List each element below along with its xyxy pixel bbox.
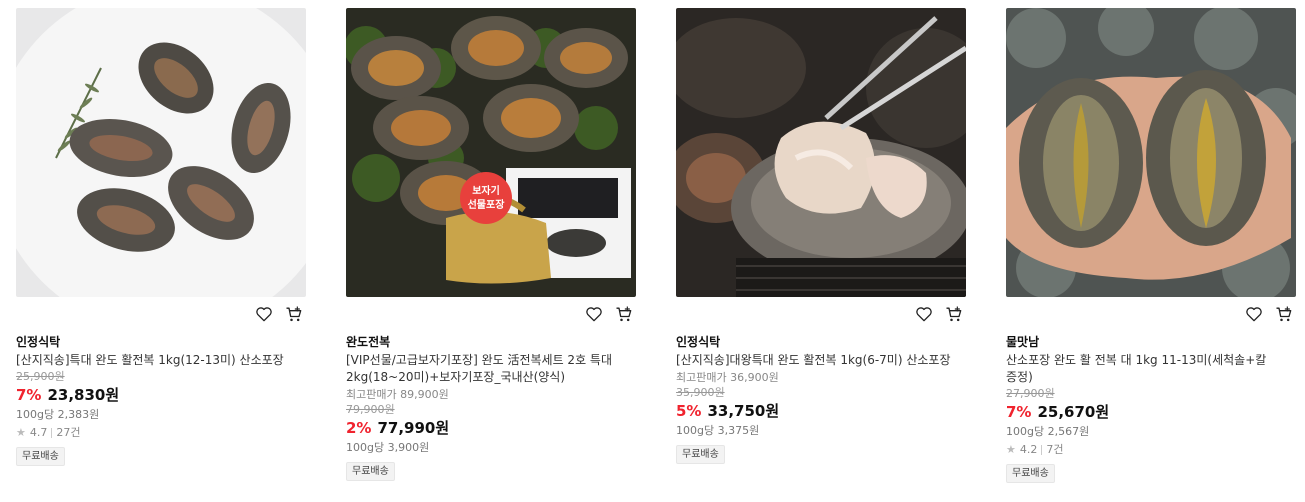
cart-icon[interactable] xyxy=(284,304,304,324)
star-icon: ★ xyxy=(1006,443,1016,456)
card-actions xyxy=(346,297,636,331)
product-title[interactable]: 산소포장 완도 활 전복 대 1kg 11-13미(세척솔+칼 증정) xyxy=(1006,352,1296,386)
star-icon: ★ xyxy=(16,426,26,439)
store-name: 완도전복 xyxy=(346,335,391,349)
discount-rate: 2% xyxy=(346,419,372,437)
free-shipping-badge: 무료배송 xyxy=(346,462,395,481)
abalone-gift-set-photo: 보자기 선물포장 xyxy=(346,8,636,297)
sale-price: 77,990원 xyxy=(377,419,450,437)
free-shipping-badge: 무료배송 xyxy=(1006,464,1055,483)
svg-text:보자기: 보자기 xyxy=(472,184,500,197)
review-count: 27건 xyxy=(56,426,81,439)
heart-icon[interactable] xyxy=(584,304,604,324)
max-price-label: 최고판매가 36,900원 xyxy=(676,371,779,384)
free-shipping-badge: 무료배송 xyxy=(676,445,725,464)
svg-text:선물포장: 선물포장 xyxy=(468,198,506,211)
discount-rate: 7% xyxy=(1006,403,1032,421)
sale-price: 25,670원 xyxy=(1037,403,1110,421)
review-count: 7건 xyxy=(1046,443,1064,456)
product-image-grilled-abalone[interactable] xyxy=(676,8,966,297)
rating-value: 4.2 xyxy=(1019,443,1038,456)
divider xyxy=(1041,445,1043,455)
product-card[interactable]: 인정식탁 [산지직송]대왕특대 완도 활전복 1kg(6-7미) 산소포장 최고… xyxy=(676,8,966,464)
rating-value: 4.7 xyxy=(29,426,48,439)
rating: ★ 4.2 7건 xyxy=(1006,442,1296,458)
original-price: 79,900원 xyxy=(346,403,395,416)
heart-icon[interactable] xyxy=(254,304,274,324)
unit-price: 100g당 3,375원 xyxy=(676,424,760,437)
store-name: 물맛남 xyxy=(1006,335,1040,349)
rating: ★ 4.7 27건 xyxy=(16,425,306,441)
max-price-label: 최고판매가 89,900원 xyxy=(346,388,449,401)
sale-price: 23,830원 xyxy=(47,386,120,404)
product-image-gift-set[interactable]: 보자기 선물포장 xyxy=(346,8,636,297)
grilled-abalone-photo xyxy=(676,8,966,297)
product-image-abalone-plate[interactable] xyxy=(16,8,306,297)
product-card[interactable]: 물맛남 산소포장 완도 활 전복 대 1kg 11-13미(세척솔+칼 증정) … xyxy=(1006,8,1296,483)
original-price: 35,900원 xyxy=(676,386,725,399)
unit-price: 100g당 2,567원 xyxy=(1006,425,1090,438)
discount-rate: 7% xyxy=(16,386,42,404)
original-price: 25,900원 xyxy=(16,370,65,383)
card-actions xyxy=(16,297,306,331)
price-line: 7% 23,830원 xyxy=(16,384,306,406)
divider xyxy=(51,428,53,438)
unit-price: 100g당 2,383원 xyxy=(16,408,100,421)
product-title[interactable]: [산지직송]대왕특대 완도 활전복 1kg(6-7미) 산소포장 xyxy=(676,352,966,369)
heart-icon[interactable] xyxy=(914,304,934,324)
product-card[interactable]: 보자기 선물포장 완도전복 [VIP선물/고급보자기포장] 완도 活전복세트 2… xyxy=(346,8,636,481)
price-line: 2% 77,990원 xyxy=(346,417,636,439)
card-actions xyxy=(676,297,966,331)
heart-icon[interactable] xyxy=(1244,304,1264,324)
cart-icon[interactable] xyxy=(1274,304,1294,324)
product-card[interactable]: 인정식탁 [산지직송]특대 완도 활전복 1kg(12-13미) 산소포장 25… xyxy=(16,8,306,466)
sale-price: 33,750원 xyxy=(707,402,780,420)
store-name: 인정식탁 xyxy=(16,335,61,349)
free-shipping-badge: 무료배송 xyxy=(16,447,65,466)
discount-rate: 5% xyxy=(676,402,702,420)
store-name: 인정식탁 xyxy=(676,335,721,349)
product-title[interactable]: [산지직송]특대 완도 활전복 1kg(12-13미) 산소포장 xyxy=(16,352,306,369)
abalone-in-hand-photo xyxy=(1006,8,1296,297)
cart-icon[interactable] xyxy=(614,304,634,324)
product-image-abalone-in-hand[interactable] xyxy=(1006,8,1296,297)
product-title[interactable]: [VIP선물/고급보자기포장] 완도 活전복세트 2호 특대 2kg(18~20… xyxy=(346,352,636,386)
original-price: 27,900원 xyxy=(1006,387,1055,400)
product-grid: 인정식탁 [산지직송]특대 완도 활전복 1kg(12-13미) 산소포장 25… xyxy=(0,0,1305,502)
abalone-plate-photo xyxy=(16,8,306,297)
price-line: 7% 25,670원 xyxy=(1006,401,1296,423)
card-actions xyxy=(1006,297,1296,331)
price-line: 5% 33,750원 xyxy=(676,400,966,422)
cart-icon[interactable] xyxy=(944,304,964,324)
unit-price: 100g당 3,900원 xyxy=(346,441,430,454)
